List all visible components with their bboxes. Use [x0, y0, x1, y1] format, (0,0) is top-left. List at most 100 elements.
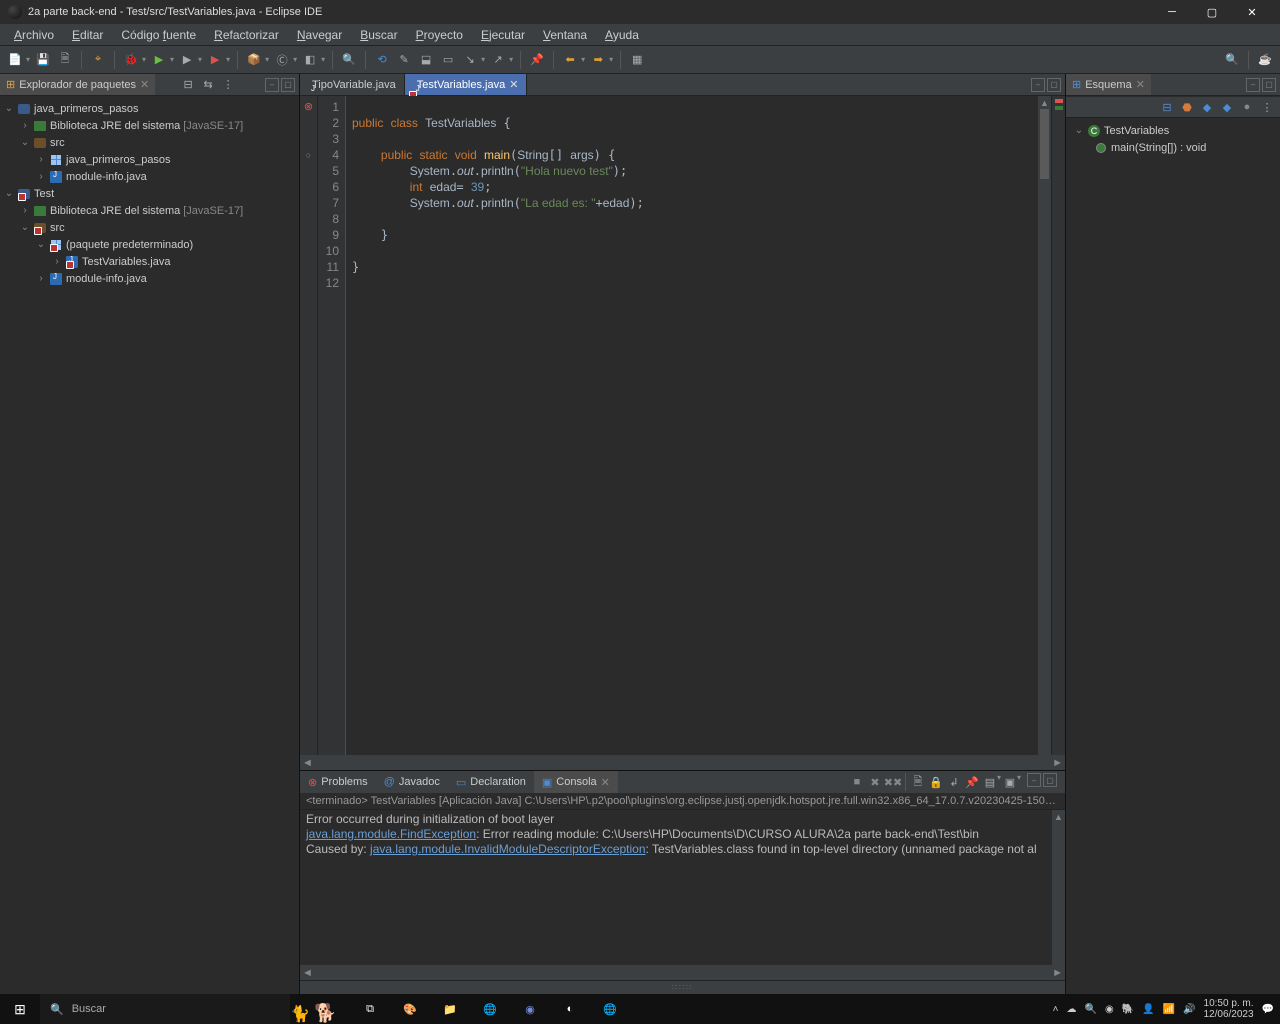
open-type-icon[interactable]: ⌖ [89, 51, 107, 69]
menu-buscar[interactable]: Buscar [352, 26, 405, 44]
minimize-button[interactable]: ─ [1152, 0, 1192, 24]
menu-archivo[interactable]: Archivo [6, 26, 62, 44]
quick-access-icon[interactable]: 🔍 [1223, 51, 1241, 69]
overview-ruler[interactable] [1051, 96, 1065, 755]
code-content[interactable]: public class TestVariables { public stat… [346, 96, 1051, 755]
outline-menu-icon[interactable]: ⋮ [1258, 98, 1276, 116]
close-button[interactable]: ✕ [1232, 0, 1272, 24]
sort-icon[interactable]: ⊟ [1158, 98, 1176, 116]
project-item[interactable]: java_primeros_pasos [34, 103, 139, 115]
console-vscroll[interactable]: ▲ [1052, 810, 1065, 965]
coverage-icon[interactable]: ▶ [178, 51, 196, 69]
task-icon[interactable]: ▭ [439, 51, 457, 69]
src-folder-item[interactable]: src [50, 222, 65, 234]
tray-discord-icon[interactable]: ◉ [1105, 1004, 1114, 1015]
scroll-lock-icon[interactable]: 🔒 [927, 773, 945, 791]
menu-refactorizar[interactable]: Refactorizar [206, 26, 287, 44]
javadoc-tab[interactable]: @Javadoc [376, 771, 448, 793]
close-tab-icon[interactable]: ✕ [140, 78, 149, 91]
tray-volume-icon[interactable]: 🔊 [1183, 1004, 1195, 1015]
new-class-icon[interactable]: Ⓒ [273, 51, 291, 69]
link-editor-icon[interactable]: ⇆ [199, 76, 217, 94]
save-all-icon[interactable]: 🗎 [56, 51, 74, 69]
minimize-editor-icon[interactable]: – [1031, 78, 1045, 92]
new-package-icon[interactable]: 📦 [245, 51, 263, 69]
task-view-icon[interactable]: ⧉ [350, 1003, 390, 1016]
src-folder-item[interactable]: src [50, 137, 65, 149]
menu-ayuda[interactable]: Ayuda [597, 26, 647, 44]
java-file-item[interactable]: TestVariables.java [82, 256, 170, 268]
menu-navegar[interactable]: Navegar [289, 26, 350, 44]
package-item[interactable]: (paquete predeterminado) [66, 239, 193, 251]
pin-icon[interactable]: 📌 [528, 51, 546, 69]
package-item[interactable]: java_primeros_pasos [66, 154, 171, 166]
terminate-icon[interactable]: ■ [848, 773, 866, 791]
app-chrome-icon[interactable]: 🌐 [470, 1003, 510, 1016]
taskbar-clock[interactable]: 10:50 p. m. 12/06/2023 [1203, 998, 1253, 1020]
problems-tab[interactable]: ⊗Problems [300, 771, 376, 793]
code-editor[interactable]: ⊗ ○ 123456789101112 public class TestVar… [300, 96, 1065, 755]
app-chrome2-icon[interactable]: 🌐 [590, 1003, 630, 1016]
java-perspective-icon[interactable]: ☕ [1256, 51, 1274, 69]
close-tab-icon[interactable]: ✕ [509, 78, 518, 91]
hide-local-icon[interactable]: ● [1238, 98, 1256, 116]
pin-console-icon[interactable]: 📌 [963, 773, 981, 791]
console-tab[interactable]: ▣Consola ✕ [534, 771, 618, 793]
app-explorer-icon[interactable]: 📁 [430, 1003, 470, 1016]
menu-editar[interactable]: Editar [64, 26, 111, 44]
start-button[interactable]: ⊞ [0, 1001, 40, 1018]
module-info-item[interactable]: module-info.java [66, 171, 147, 183]
back-icon[interactable]: ⬅ [561, 51, 579, 69]
search-icon[interactable]: 🔍 [340, 51, 358, 69]
editor-scrollbar[interactable]: ▲ [1038, 96, 1051, 755]
editor-hscroll[interactable]: ◄► [300, 755, 1065, 770]
step2-icon[interactable]: ↗ [489, 51, 507, 69]
debug-icon[interactable]: 🐞 [122, 51, 140, 69]
package-tree[interactable]: ⌄ java_primeros_pasos › Biblioteca JRE d… [0, 96, 299, 291]
run-icon[interactable]: ▶ [150, 51, 168, 69]
close-tab-icon[interactable]: ✕ [1136, 78, 1145, 91]
word-wrap-icon[interactable]: ↲ [945, 773, 963, 791]
maximize-view-icon[interactable]: ▢ [281, 78, 295, 92]
jre-lib-item[interactable]: Biblioteca JRE del sistema [50, 120, 180, 132]
module-info-item[interactable]: module-info.java [66, 273, 147, 285]
hide-nonpublic-icon[interactable]: ◆ [1218, 98, 1236, 116]
exception-link[interactable]: java.lang.module.FindException [306, 827, 476, 841]
new-something-icon[interactable]: ◧ [301, 51, 319, 69]
save-icon[interactable]: 💾 [34, 51, 52, 69]
hide-fields-icon[interactable]: ⬣ [1178, 98, 1196, 116]
maximize-outline-icon[interactable]: ▢ [1262, 78, 1276, 92]
app-paint-icon[interactable]: 🎨 [390, 1003, 430, 1016]
maximize-console-icon[interactable]: ▢ [1043, 773, 1057, 787]
system-tray[interactable]: ˄ ☁ 🔍 ◉ 🐘 👤 📶 🔊 10:50 p. m. 12/06/2023 💬 [1047, 998, 1280, 1020]
hide-static-icon[interactable]: ◆ [1198, 98, 1216, 116]
outline-class-item[interactable]: TestVariables [1104, 125, 1169, 137]
tray-wifi-icon[interactable]: 📶 [1163, 1004, 1175, 1015]
console-output[interactable]: Error occurred during initialization of … [300, 810, 1065, 965]
tray-app-icon[interactable]: 🔍 [1084, 1004, 1096, 1015]
editor-tab-testvariables[interactable]: TestVariables.java ✕ [405, 74, 528, 95]
package-explorer-tab[interactable]: ⊞ Explorador de paquetes ✕ [0, 74, 155, 95]
bookmark-icon[interactable]: ⬓ [417, 51, 435, 69]
maximize-editor-icon[interactable]: ▢ [1047, 78, 1061, 92]
app-eclipse-icon[interactable]: ◐ [550, 1003, 590, 1015]
outline-tab[interactable]: ⊞ Esquema ✕ [1066, 74, 1151, 95]
tray-people-icon[interactable]: 👤 [1142, 1004, 1154, 1015]
view-menu-icon[interactable]: ⋮ [219, 76, 237, 94]
new-icon[interactable]: 📄 [6, 51, 24, 69]
menu-proyecto[interactable]: Proyecto [408, 26, 471, 44]
maximize-button[interactable]: ▢ [1192, 0, 1232, 24]
remove-launch-icon[interactable]: ✖ [866, 773, 884, 791]
exception-link[interactable]: java.lang.module.InvalidModuleDescriptor… [370, 842, 645, 856]
menu-ejecutar[interactable]: Ejecutar [473, 26, 533, 44]
console-hscroll[interactable]: ◄► [300, 965, 1065, 980]
minimize-outline-icon[interactable]: – [1246, 78, 1260, 92]
outline-method-item[interactable]: main(String[]) : void [1111, 142, 1206, 154]
jre-lib-item[interactable]: Biblioteca JRE del sistema [50, 205, 180, 217]
menu-codigo[interactable]: Código fuente [113, 26, 204, 44]
editor-tab-tipovariable[interactable]: TipoVariable.java [300, 74, 405, 95]
forward-icon[interactable]: ➡ [589, 51, 607, 69]
remove-all-icon[interactable]: ✖✖ [884, 773, 902, 791]
tray-onedrive-icon[interactable]: ☁ [1066, 1004, 1076, 1015]
tray-evernote-icon[interactable]: 🐘 [1122, 1004, 1134, 1015]
